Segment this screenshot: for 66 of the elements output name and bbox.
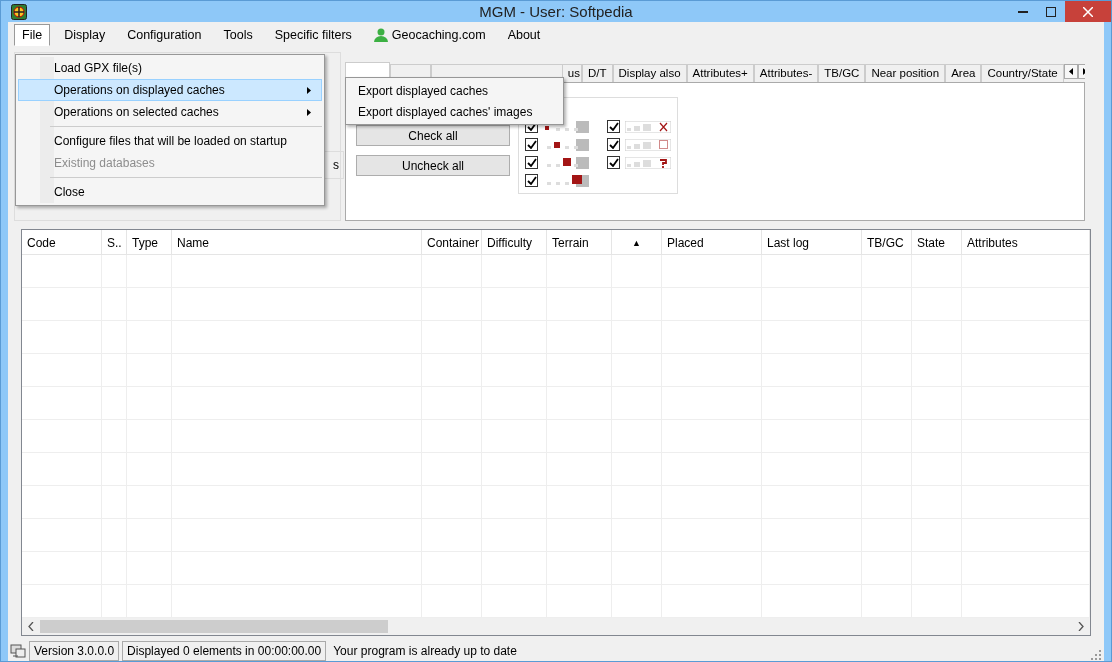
submenu-arrow-icon xyxy=(307,86,311,94)
resize-grip-icon xyxy=(1091,650,1101,660)
column-header[interactable]: Difficulty xyxy=(482,230,547,254)
close-button[interactable] xyxy=(1065,1,1111,22)
close-icon xyxy=(1083,6,1093,17)
column-header[interactable]: TB/GC xyxy=(862,230,912,254)
uncheck-all-button[interactable]: Uncheck all xyxy=(356,155,510,176)
menu-entry[interactable]: Close xyxy=(18,181,322,203)
size-icon xyxy=(625,120,671,133)
column-header[interactable]: Placed xyxy=(662,230,762,254)
tab[interactable]: Country/State xyxy=(981,64,1064,82)
tab[interactable]: Display also xyxy=(612,64,687,82)
size-icon xyxy=(625,156,671,169)
minimize-icon xyxy=(1018,10,1028,13)
menu-item[interactable]: Display xyxy=(56,23,114,46)
app-icon xyxy=(11,3,27,20)
column-header[interactable]: Container xyxy=(422,230,482,254)
checkbox[interactable] xyxy=(525,174,538,187)
column-header[interactable]: Type xyxy=(127,230,172,254)
horizontal-scrollbar[interactable] xyxy=(22,618,1090,635)
menu-entry[interactable]: Configure files that will be loaded on startup xyxy=(18,130,322,152)
checkbox[interactable] xyxy=(525,156,538,169)
menu-entry[interactable]: Load GPX file(s) xyxy=(18,57,322,79)
tab[interactable]: Near position xyxy=(865,64,946,82)
checkbox[interactable] xyxy=(607,156,620,169)
size-icon xyxy=(625,138,671,151)
scroll-left-icon xyxy=(28,622,34,631)
menu-item[interactable]: About xyxy=(499,23,549,46)
checkbox[interactable] xyxy=(607,120,620,133)
menu-entry[interactable]: Export displayed caches xyxy=(346,80,563,101)
column-header[interactable]: ▲ xyxy=(612,230,662,254)
column-header[interactable]: Last log xyxy=(762,230,862,254)
menu-entry[interactable]: Export displayed caches' images xyxy=(346,101,563,122)
maximize-icon xyxy=(1046,6,1056,17)
tab[interactable]: us xyxy=(563,64,582,82)
left-arrow-icon xyxy=(1068,68,1073,75)
tab[interactable]: Attributes- xyxy=(753,64,819,82)
tab[interactable]: Area xyxy=(945,64,982,82)
right-arrow-icon xyxy=(1082,68,1085,75)
scroll-right-icon xyxy=(1078,622,1084,631)
menu-item[interactable]: Tools xyxy=(215,23,261,46)
menu-item[interactable]: Specific filters xyxy=(266,23,360,46)
status-text: Your program is already up to date xyxy=(332,643,518,660)
tab[interactable]: Attributes+ xyxy=(686,64,754,82)
column-header[interactable]: S.. xyxy=(102,230,127,254)
column-header[interactable]: Name xyxy=(172,230,422,254)
scrollbar-thumb[interactable] xyxy=(40,620,388,633)
menu-entry[interactable]: Operations on selected caches xyxy=(18,101,322,123)
menu-item[interactable]: Geocaching.com xyxy=(365,23,494,46)
window-title: MGM - User: Softpedia xyxy=(479,3,633,20)
column-header[interactable]: Terrain xyxy=(547,230,612,254)
column-header[interactable]: State xyxy=(912,230,962,254)
status-text: Version 3.0.0.0 xyxy=(29,641,120,661)
status-text: Displayed 0 elements in 00:00:00.00 xyxy=(122,641,327,661)
user-icon xyxy=(373,27,388,42)
menu-item[interactable]: Configuration xyxy=(119,23,210,46)
column-header[interactable]: Attributes xyxy=(962,230,1090,254)
tab[interactable]: TB/GC xyxy=(818,64,866,82)
checkbox[interactable] xyxy=(607,138,620,151)
submenu-arrow-icon xyxy=(307,108,311,116)
checkbox[interactable] xyxy=(525,138,538,151)
check-all-button[interactable]: Check all xyxy=(356,125,510,146)
tab[interactable]: D/T xyxy=(582,64,613,82)
menu-item[interactable]: File xyxy=(14,23,51,46)
menu-entry[interactable]: Operations on displayed caches xyxy=(18,79,322,101)
column-header[interactable]: Code xyxy=(22,230,102,254)
